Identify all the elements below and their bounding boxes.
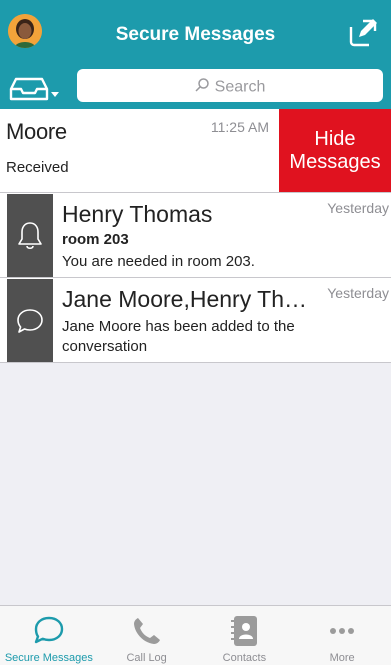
tab-call-log[interactable]: Call Log	[98, 606, 196, 665]
tab-label: Secure Messages	[4, 652, 93, 664]
tab-label: More	[329, 652, 355, 664]
search-bar: Search	[0, 67, 391, 109]
more-dots-icon	[330, 628, 355, 634]
tab-bar: Secure Messages Call Log Contacts More	[0, 605, 391, 665]
inbox-tray-icon	[9, 77, 59, 101]
conversation-time: 11:25 AM	[210, 119, 269, 135]
search-icon	[195, 78, 209, 97]
row-icon-column	[7, 194, 53, 277]
conversation-name: Henry Thomas	[62, 201, 213, 227]
compose-button[interactable]	[349, 17, 379, 47]
compose-icon	[349, 17, 379, 47]
inbox-filter-button[interactable]	[7, 75, 63, 103]
phone-icon	[133, 618, 160, 644]
swiped-row-content[interactable]: Moore 11:25 AM Received	[0, 109, 279, 192]
conversation-preview: Jane Moore has been added to the convers…	[62, 318, 295, 355]
conversation-name: Moore	[6, 119, 67, 144]
chat-bubble-icon	[17, 308, 43, 333]
chat-bubble-icon	[34, 616, 64, 644]
conversation-status: Received	[6, 159, 69, 176]
nav-header: Secure Messages	[0, 0, 391, 67]
conversation-row-swiped[interactable]: Moore 11:25 AM Received Hide Messages	[0, 109, 391, 193]
bell-icon	[18, 221, 42, 249]
hide-messages-label-line1: Hide	[314, 128, 356, 150]
hide-messages-label-line2: Messages	[289, 151, 381, 173]
conversation-name: Jane Moore,Henry Th…	[62, 286, 308, 312]
search-placeholder: Search	[77, 78, 383, 97]
conversation-row[interactable]: Henry Thomas Yesterday room 203 You are …	[0, 193, 391, 278]
tab-contacts[interactable]: Contacts	[196, 606, 294, 665]
tab-label: Contacts	[222, 652, 267, 664]
conversation-subject: room 203	[62, 231, 129, 248]
conversation-row[interactable]: Jane Moore,Henry Th… Yesterday Jane Moor…	[0, 278, 391, 363]
tab-label: Call Log	[126, 652, 167, 664]
hide-messages-button[interactable]: Hide Messages	[279, 109, 391, 192]
tab-more[interactable]: More	[293, 606, 391, 665]
search-placeholder-text: Search	[214, 78, 266, 96]
row-icon-column	[7, 279, 53, 362]
conversation-time: Yesterday	[327, 285, 389, 301]
conversation-time: Yesterday	[327, 200, 389, 216]
page-title: Secure Messages	[115, 24, 276, 45]
conversation-list: Moore 11:25 AM Received Hide Messages He…	[0, 109, 391, 363]
conversation-preview: You are needed in room 203.	[62, 253, 255, 270]
tab-secure-messages[interactable]: Secure Messages	[0, 606, 98, 665]
contacts-book-icon	[231, 616, 258, 646]
search-input[interactable]: Search	[77, 69, 383, 102]
